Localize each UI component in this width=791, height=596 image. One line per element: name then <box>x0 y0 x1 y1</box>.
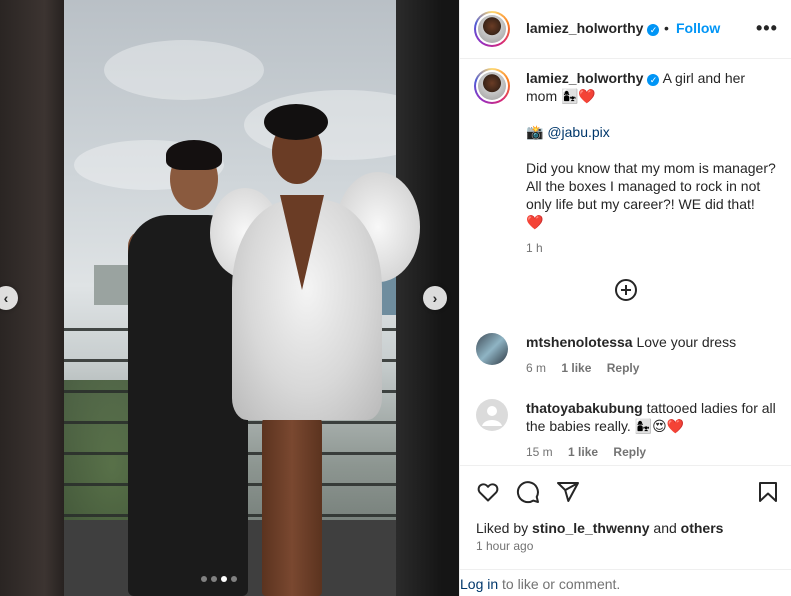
camera-icon: 📸 <box>526 124 544 140</box>
carousel-dot <box>201 576 207 582</box>
post-media[interactable]: ‹ › <box>0 0 459 596</box>
carousel-indicator <box>201 576 237 582</box>
mother-hair <box>166 140 222 170</box>
likes-summary: Liked by stino_le_thwenny and others <box>476 520 723 536</box>
chevron-right-icon: › <box>432 290 438 306</box>
header-separator: • <box>664 20 669 36</box>
carousel-next-button[interactable]: › <box>423 286 447 310</box>
daughter-hair <box>264 104 328 140</box>
comment-timestamp[interactable]: 6 m <box>526 361 546 375</box>
share-icon[interactable] <box>556 480 580 504</box>
commenter-username[interactable]: thatoyabakubung <box>526 400 643 416</box>
follow-button[interactable]: Follow <box>676 20 720 36</box>
caption-username[interactable]: lamiez_holworthy <box>526 70 643 86</box>
photographer-mention-link[interactable]: @jabu.pix <box>547 124 609 140</box>
post-side-panel: lamiez_holworthy ✓ • Follow ••• lamiez_ho… <box>459 0 791 596</box>
liked-by-user-link[interactable]: stino_le_thwenny <box>532 520 649 536</box>
caption-body: Did you know that my mom is manager? All… <box>526 160 776 230</box>
comment-likes[interactable]: 1 like <box>568 445 598 459</box>
chevron-left-icon: ‹ <box>3 290 9 306</box>
default-user-icon <box>482 406 502 426</box>
heart-icon[interactable] <box>476 480 500 504</box>
verified-badge-icon: ✓ <box>647 74 660 86</box>
dress-neckline <box>280 195 324 290</box>
post-caption: lamiez_holworthy ✓ A girl and her mom 👩‍👧… <box>526 69 776 257</box>
caption-avatar[interactable] <box>474 68 510 104</box>
login-prompt: Log in to like or comment. <box>460 569 791 596</box>
carousel-dot <box>231 576 237 582</box>
login-prompt-text: to like or comment. <box>502 576 621 592</box>
liked-by-others-link[interactable]: others <box>681 520 724 536</box>
caption-timestamp[interactable]: 1 h <box>526 239 776 257</box>
post-header: lamiez_holworthy ✓ • Follow ••• <box>460 0 791 59</box>
commenter-username[interactable]: mtshenolotessa <box>526 334 633 350</box>
balcony-floor <box>64 520 442 596</box>
comment-timestamp[interactable]: 15 m <box>526 445 553 459</box>
author-username-text[interactable]: lamiez_holworthy <box>526 20 643 36</box>
post-timestamp[interactable]: 1 hour ago <box>476 539 533 553</box>
comment-reply-button[interactable]: Reply <box>607 361 640 375</box>
carousel-dot <box>211 576 217 582</box>
comment-reply-button[interactable]: Reply <box>613 445 646 459</box>
carousel-dot <box>221 576 227 582</box>
comment-text: Love your dress <box>636 334 737 350</box>
liked-by-prefix: Liked by <box>476 520 529 536</box>
verified-badge-icon: ✓ <box>647 24 660 36</box>
commenter-avatar[interactable] <box>476 399 508 431</box>
commenter-avatar[interactable] <box>476 333 508 365</box>
bookmark-icon[interactable] <box>756 480 780 504</box>
login-link[interactable]: Log in <box>460 576 498 592</box>
more-options-icon[interactable]: ••• <box>756 18 778 39</box>
comment-likes[interactable]: 1 like <box>561 361 591 375</box>
author-avatar[interactable] <box>474 11 510 47</box>
liked-by-and: and <box>653 520 677 536</box>
comment-icon[interactable] <box>516 480 540 504</box>
author-username[interactable]: lamiez_holworthy ✓ <box>526 20 660 36</box>
load-more-comments-icon[interactable] <box>614 278 638 302</box>
daughter-legs <box>262 405 322 596</box>
